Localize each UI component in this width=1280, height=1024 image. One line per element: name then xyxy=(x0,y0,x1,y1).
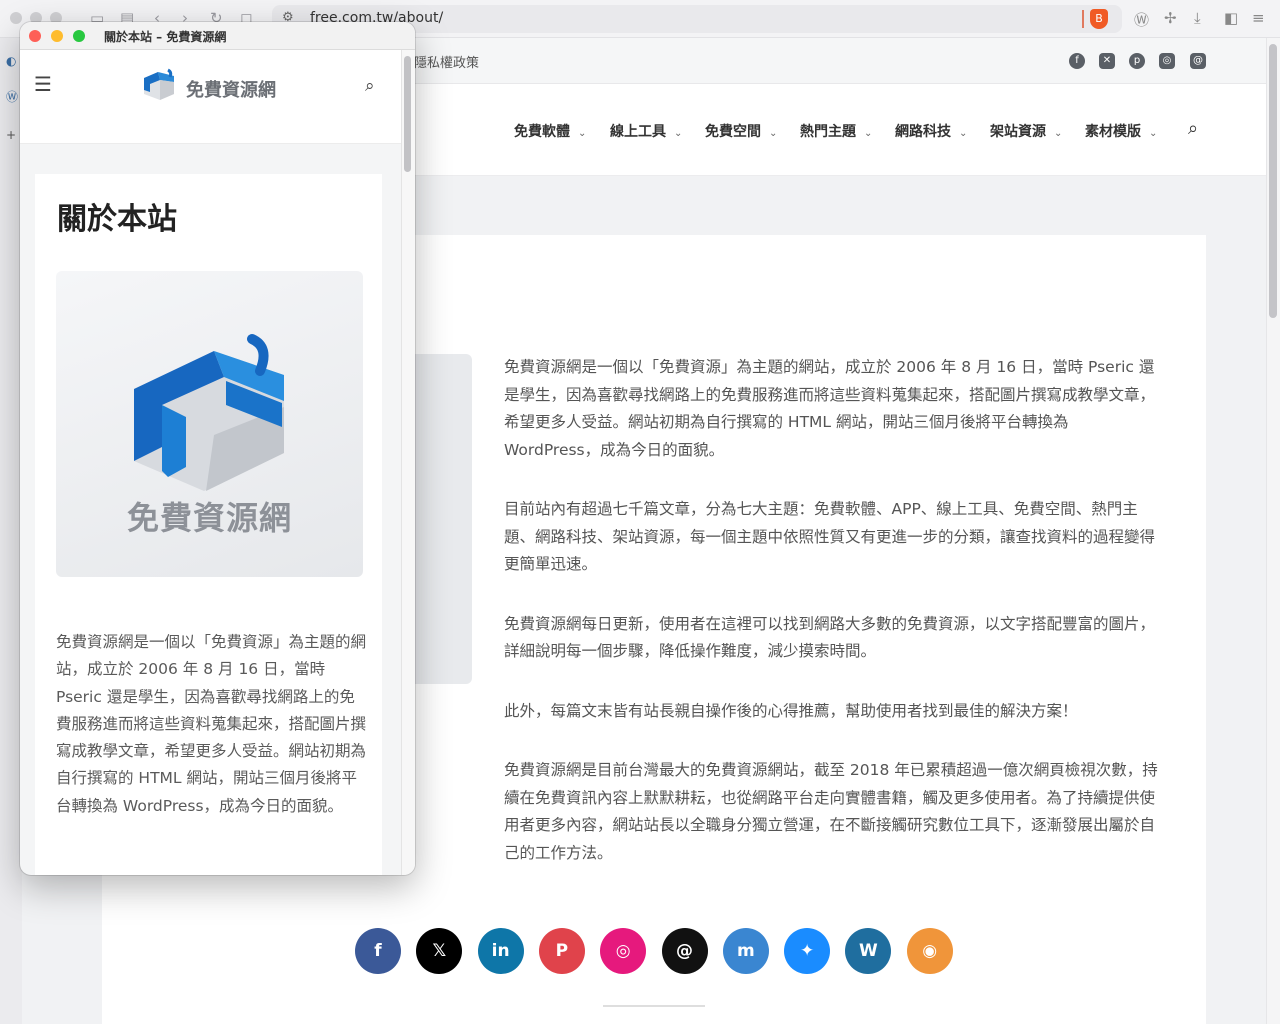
extensions-icon[interactable]: ✢ xyxy=(1164,9,1177,27)
x-icon[interactable]: 𝕏 xyxy=(416,928,463,974)
article-paragraph: 免費資源網是一個以「免費資源」為主題的網站，成立於 2006 年 8 月 16 … xyxy=(56,633,367,815)
wordpress-extension-icon[interactable]: Ⓦ xyxy=(1134,9,1149,30)
chevron-down-icon: ⌄ xyxy=(769,128,778,139)
chevron-down-icon: ⌄ xyxy=(864,128,873,139)
downloads-icon[interactable]: ⤓ xyxy=(1194,9,1201,27)
chevron-down-icon: ⌄ xyxy=(1054,128,1063,139)
chevron-down-icon: ⌄ xyxy=(674,128,683,139)
instagram-icon[interactable]: ◎ xyxy=(600,928,647,974)
mobile-brand-name[interactable]: 免費資源網 xyxy=(186,76,276,102)
menu-icon[interactable]: ≡ xyxy=(1252,9,1265,27)
popup-close-button[interactable] xyxy=(29,30,41,42)
page-title: 關於本站 xyxy=(57,202,177,237)
bluesky-icon[interactable]: ✦ xyxy=(784,928,831,974)
nav-item-hot-topics[interactable]: 熱門主題 ⌄ xyxy=(800,121,872,141)
popup-zoom-button[interactable] xyxy=(73,30,85,42)
linkedin-icon[interactable]: in xyxy=(477,928,524,974)
facebook-icon[interactable]: f xyxy=(355,928,401,974)
article-paragraph: 此外，每篇文末皆有站長親自操作後的心得推薦，幫助使用者找到最佳的解決方案！ xyxy=(504,701,1078,720)
rss-icon[interactable]: ◉ xyxy=(906,928,953,974)
pinterest-icon[interactable]: p xyxy=(1129,53,1145,69)
search-icon[interactable]: ⌕ xyxy=(365,76,375,96)
chevron-down-icon: ⌄ xyxy=(959,128,968,139)
hero-image: 免費資源網 xyxy=(56,271,363,577)
popup-minimize-button[interactable] xyxy=(51,30,63,42)
mobile-content-card: 關於本站 免費資源網 免費資源網是一個以「免費資源」為主題的網站，成立於 200… xyxy=(35,174,382,875)
new-tab-icon[interactable]: + xyxy=(6,128,16,142)
article-paragraph: 免費資源網是目前台灣最大的免費資源網站，截至 2018 年已累積超過一億次網頁檢… xyxy=(504,761,1158,862)
tab-favicon-icon[interactable]: ◐ xyxy=(6,54,16,68)
mastodon-icon[interactable]: m xyxy=(722,928,769,974)
nav-item-free-software[interactable]: 免費軟體 ⌄ xyxy=(514,121,586,141)
chevron-down-icon: ⌄ xyxy=(1149,128,1158,139)
wordpress-tab-icon[interactable]: Ⓦ xyxy=(6,88,18,105)
article-body: 免費資源網是一個以「免費資源」為主題的網站，成立於 2006 年 8 月 16 … xyxy=(504,354,1168,899)
popup-title: 關於本站 – 免費資源網 xyxy=(104,30,227,44)
nav-item-free-space[interactable]: 免費空間 ⌄ xyxy=(705,121,777,141)
site-logo-icon[interactable] xyxy=(140,68,178,102)
address-bar-divider xyxy=(1082,10,1084,28)
hamburger-menu-icon[interactable]: ☰ xyxy=(34,72,52,96)
sidebar-icon[interactable]: ◧ xyxy=(1224,9,1238,27)
search-icon[interactable]: ⌕ xyxy=(1188,118,1198,139)
divider xyxy=(603,1005,705,1007)
chevron-down-icon: ⌄ xyxy=(578,128,587,139)
threads-icon[interactable]: @ xyxy=(1190,53,1206,69)
instagram-icon[interactable]: ◎ xyxy=(1159,53,1175,69)
nav-item-site-resources[interactable]: 架站資源 ⌄ xyxy=(990,121,1062,141)
x-icon[interactable]: ✕ xyxy=(1099,53,1115,69)
popup-window: 關於本站 – 免費資源網 ☰ 免費資源網 ⌕ 關於本站 免費資源網 免費資源網是… xyxy=(20,22,415,875)
nav-item-templates[interactable]: 素材模版 ⌄ xyxy=(1085,121,1157,141)
popup-scrollbar[interactable] xyxy=(401,50,415,875)
brave-shield-icon[interactable]: B xyxy=(1090,9,1108,29)
hero-brand-text: 免費資源網 xyxy=(126,499,292,537)
pinterest-icon[interactable]: P xyxy=(538,928,585,974)
popup-titlebar: 關於本站 – 免費資源網 xyxy=(20,22,415,50)
page-scrollbar-thumb[interactable] xyxy=(1269,44,1277,318)
article-paragraph: 免費資源網是一個以「免費資源」為主題的網站，成立於 2006 年 8 月 16 … xyxy=(504,358,1156,459)
nav-item-online-tools[interactable]: 線上工具 ⌄ xyxy=(610,121,682,141)
threads-icon[interactable]: @ xyxy=(661,928,708,974)
privacy-policy-link[interactable]: 隱私權政策 xyxy=(414,52,479,71)
nav-item-tech[interactable]: 網路科技 ⌄ xyxy=(895,121,967,141)
article-paragraph: 免費資源網每日更新，使用者在這裡可以找到網路大多數的免費資源，以文字搭配豐富的圖… xyxy=(504,614,1156,661)
facebook-icon[interactable]: f xyxy=(1069,53,1085,69)
popup-scrollbar-thumb[interactable] xyxy=(404,56,411,172)
article-paragraph: 目前站內有超過七千篇文章，分為七大主題：免費軟體、APP、線上工具、免費空間、熱… xyxy=(504,500,1156,573)
vertical-tab-strip: ◐ Ⓦ + xyxy=(0,38,22,1024)
